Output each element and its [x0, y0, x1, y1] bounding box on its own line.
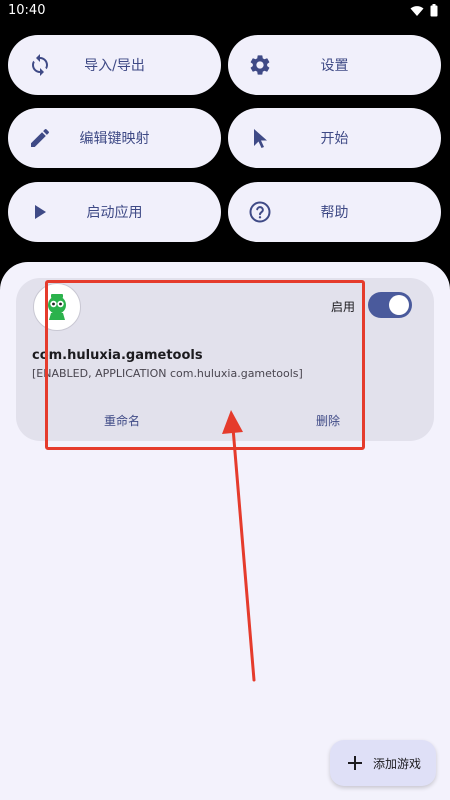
pencil-icon [31, 128, 50, 147]
play-icon [35, 205, 46, 219]
gear-icon [250, 55, 270, 75]
edit-keymap-button[interactable]: 编辑键映射 [8, 108, 221, 168]
toggle-knob [389, 295, 409, 315]
add-game-button[interactable]: 添加游戏 [330, 740, 436, 786]
status-time: 10:40 [8, 3, 46, 18]
battery-icon [430, 4, 438, 17]
status-icons [410, 4, 438, 17]
help-icon [249, 201, 271, 223]
settings-button[interactable]: 设置 [228, 35, 441, 95]
add-game-label: 添加游戏 [373, 757, 422, 771]
sync-icon [32, 54, 48, 76]
cursor-icon [254, 129, 267, 148]
help-button[interactable]: 帮助 [228, 182, 441, 242]
enable-toggle[interactable] [368, 292, 412, 318]
wifi-icon [410, 5, 424, 16]
status-bar: 10:40 [0, 0, 450, 22]
launch-app-button[interactable]: 启动应用 [8, 182, 221, 242]
plus-icon [348, 756, 362, 770]
start-button[interactable]: 开始 [228, 108, 441, 168]
import-export-button[interactable]: 导入/导出 [8, 35, 221, 95]
highlight-box [45, 280, 365, 450]
